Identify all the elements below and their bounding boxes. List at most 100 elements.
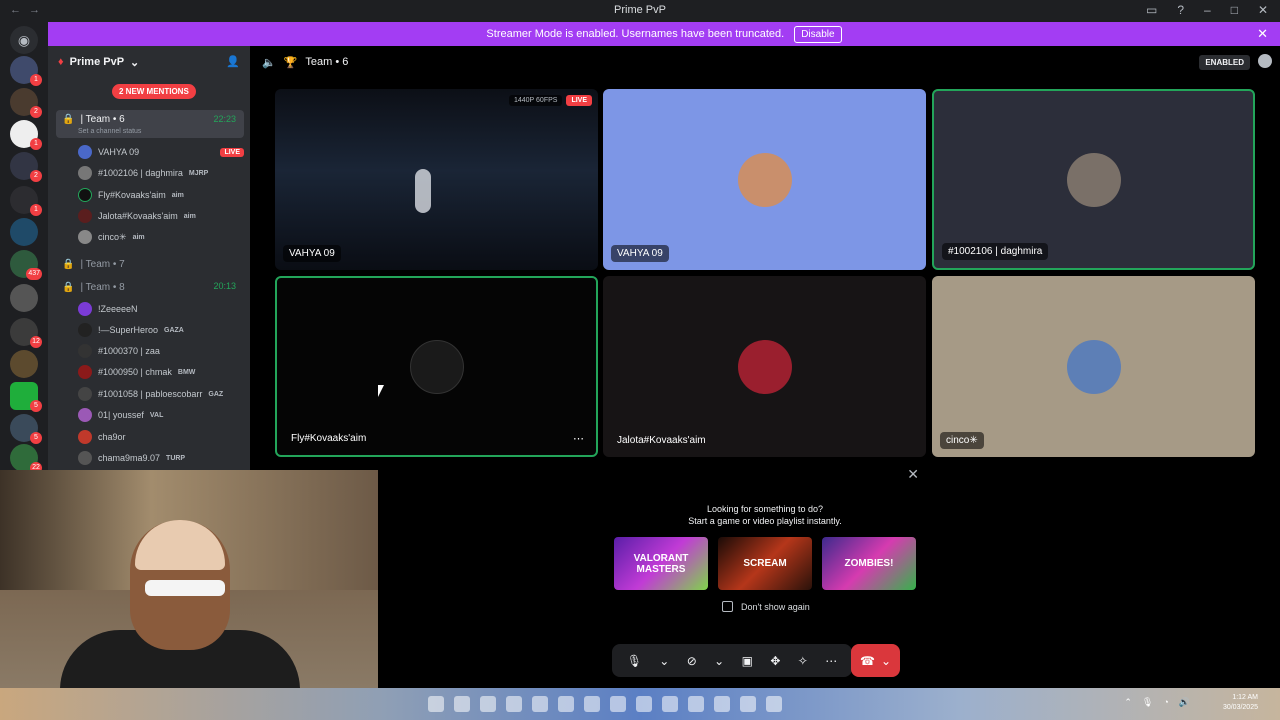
more-options-icon[interactable]: ⋯ — [573, 432, 584, 445]
server-icon[interactable] — [10, 350, 38, 378]
app-icon[interactable] — [532, 696, 548, 712]
voice-channel-team-8[interactable]: 🔒 | Team • 8 20:13 — [56, 277, 244, 297]
activity-card[interactable]: SCREAM — [718, 537, 812, 590]
participant-tile[interactable]: Jalota#Kovaaks'aim — [603, 276, 926, 457]
voice-user[interactable]: #1000370 | zaa — [78, 342, 244, 360]
server-icon[interactable] — [10, 218, 38, 246]
app-icon[interactable] — [740, 696, 756, 712]
new-mentions-badge[interactable]: 2 NEW MENTIONS — [112, 84, 196, 99]
server-icon[interactable]: 1 — [10, 186, 42, 216]
camera-off-icon[interactable]: ⊘ — [687, 654, 697, 668]
server-icon[interactable]: 22 — [10, 444, 42, 474]
activity-card[interactable]: VALORANT MASTERS — [614, 537, 708, 590]
volume-icon[interactable]: 🔊 — [1179, 697, 1190, 708]
participant-tile[interactable]: Fly#Kovaaks'aim ⋯ — [275, 276, 598, 457]
participant-tile[interactable]: #1002106 | daghmira — [932, 89, 1255, 270]
disconnect-button[interactable]: ☎ ⌄ — [851, 644, 900, 677]
screen-share-icon[interactable]: ▣ — [742, 654, 753, 668]
avatar — [1066, 339, 1121, 394]
user-tag: TURP — [166, 454, 186, 462]
voice-user[interactable]: Jalota#Kovaaks'aim aim — [78, 207, 244, 225]
unread-badge: 1 — [30, 138, 42, 150]
user-name: chama9ma9.07 — [98, 453, 161, 463]
server-icon-small: ♦ — [58, 56, 64, 68]
chat-icon[interactable] — [1258, 54, 1272, 68]
voice-user[interactable]: 01| youssef VAL — [78, 406, 244, 424]
activity-card[interactable]: ZOMBIES! — [822, 537, 916, 590]
channel-name: | Team • 7 — [80, 258, 125, 270]
server-icon[interactable] — [10, 284, 38, 312]
taskbar-clock[interactable]: 1:12 AM 30/03/2025 — [1223, 693, 1258, 713]
streamer-mode-badge[interactable]: ENABLED — [1199, 55, 1250, 70]
server-icon[interactable]: 12 — [10, 318, 42, 348]
voice-user[interactable]: Fly#Kovaaks'aim aim — [78, 186, 244, 204]
server-icon[interactable]: 1 — [10, 56, 42, 86]
microphone-tray-icon[interactable]: 🎙 — [1142, 697, 1153, 708]
app-icon[interactable] — [558, 696, 574, 712]
server-icon[interactable]: 1 — [10, 120, 42, 150]
voice-user[interactable]: chama9ma9.07 TURP — [78, 449, 244, 467]
wifi-icon[interactable]: ◔ — [1163, 697, 1168, 708]
channel-status[interactable]: Set a channel status — [78, 128, 141, 135]
discord-home-icon[interactable]: ◉ — [10, 26, 38, 54]
close-window-icon[interactable]: ✕ — [1258, 3, 1268, 17]
voice-user[interactable]: cinco✳ aim — [78, 228, 244, 246]
chevron-up-icon[interactable]: ⌃ — [1124, 697, 1132, 708]
voice-user[interactable]: #1001058 | pabloescobarr GAZ — [78, 385, 244, 403]
activities-icon[interactable]: ✥ — [770, 654, 780, 668]
server-header[interactable]: ♦ Prime PvP ⌄ 👤 — [48, 46, 250, 78]
avatar — [737, 339, 792, 394]
disable-button[interactable]: Disable — [794, 25, 842, 43]
app-icon[interactable] — [766, 696, 782, 712]
app-icon[interactable] — [636, 696, 652, 712]
help-icon[interactable]: ? — [1177, 3, 1184, 17]
channel-sidebar: ♦ Prime PvP ⌄ 👤 2 NEW MENTIONS 🔒 | Team … — [48, 46, 250, 470]
app-icon[interactable] — [714, 696, 730, 712]
user-name: #1000950 | chmak — [98, 367, 172, 377]
folder-icon[interactable] — [662, 696, 678, 712]
voice-user[interactable]: !ZeeeeeN — [78, 300, 244, 318]
channel-name: | Team • 6 — [80, 114, 125, 125]
server-list: ◉ 1 2 1 2 1 437 12 5 5 22 — [0, 22, 48, 474]
taskbar: ⌃ 🎙 ◔ 🔊 1:12 AM 30/03/2025 — [0, 688, 1280, 720]
voice-user[interactable]: VAHYA 09 LIVE — [78, 143, 244, 161]
voice-user[interactable]: !—SuperHeroo GAZA — [78, 321, 244, 339]
app-icon[interactable] — [584, 696, 600, 712]
voice-user[interactable]: #1000950 | chmak BMW — [78, 363, 244, 381]
voice-user[interactable]: #1002106 | daghmira MJRP — [78, 164, 244, 182]
chevron-down-icon: ⌄ — [880, 653, 891, 668]
discord-icon[interactable] — [688, 696, 704, 712]
close-banner-icon[interactable]: ✕ — [1257, 26, 1268, 42]
start-icon[interactable] — [428, 696, 444, 712]
add-member-icon[interactable]: 👤 — [226, 55, 240, 68]
inbox-icon[interactable]: ▭ — [1146, 3, 1157, 17]
soundboard-icon[interactable]: ✧ — [798, 654, 808, 668]
chevron-down-icon[interactable]: ⌄ — [714, 654, 724, 668]
app-icon[interactable] — [480, 696, 496, 712]
taskview-icon[interactable] — [454, 696, 470, 712]
telegram-icon[interactable] — [610, 696, 626, 712]
minimize-icon[interactable]: – — [1204, 3, 1211, 17]
microphone-icon[interactable]: 🎙 — [627, 654, 642, 668]
channel-timer: 22:23 — [213, 114, 236, 124]
dont-show-checkbox[interactable] — [722, 601, 733, 612]
server-icon[interactable]: 2 — [10, 88, 42, 118]
server-icon[interactable]: 437 — [10, 250, 42, 280]
voice-channel-team-7[interactable]: 🔒 | Team • 7 — [56, 254, 244, 274]
chevron-down-icon[interactable]: ⌄ — [659, 654, 669, 668]
server-icon[interactable]: 5 — [10, 414, 42, 444]
voice-user[interactable]: cha9or — [78, 428, 244, 446]
chrome-icon[interactable] — [506, 696, 522, 712]
more-icon[interactable]: ⋯ — [825, 654, 837, 668]
participant-tile[interactable]: VAHYA 09 — [603, 89, 926, 270]
server-icon[interactable]: 2 — [10, 152, 42, 182]
participant-tile[interactable]: cinco✳ — [932, 276, 1255, 457]
server-icon[interactable]: 5 — [10, 382, 42, 412]
maximize-icon[interactable]: □ — [1231, 3, 1238, 17]
system-tray: ⌃ 🎙 ◔ 🔊 — [1124, 697, 1190, 708]
avatar — [78, 166, 92, 180]
close-icon[interactable]: ✕ — [907, 466, 919, 483]
dont-show-again[interactable]: Don't show again — [722, 601, 810, 612]
mouse-cursor-icon — [378, 385, 384, 397]
stream-tile[interactable]: 1440P 60FPS LIVE VAHYA 09 — [275, 89, 598, 270]
